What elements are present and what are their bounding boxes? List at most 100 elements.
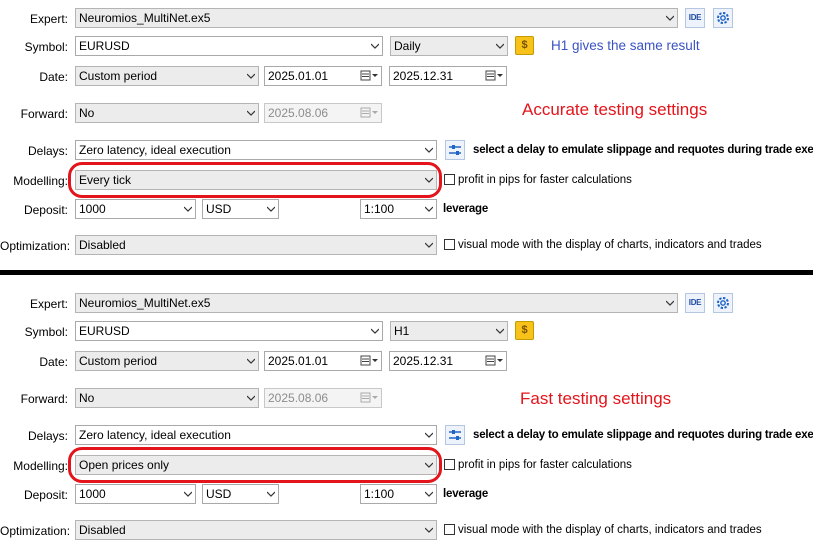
optimization-select[interactable]: Disabled (75, 235, 437, 255)
profit-pips-label: profit in pips for faster calculations (458, 174, 632, 186)
leverage-combobox[interactable]: 1:100 (360, 484, 437, 504)
leverage-combobox[interactable]: 1:100 (360, 199, 437, 219)
modelling-select[interactable]: Every tick (75, 170, 437, 190)
symbol-specification-button[interactable]: $ (515, 36, 534, 55)
forward-label: Forward: (20, 392, 68, 406)
leverage-label: leverage (443, 488, 489, 500)
date-from-picker[interactable]: 2025.01.01 (264, 351, 382, 371)
timeframe-note: H1 gives the same result (551, 38, 700, 53)
expert-select[interactable]: Neuromios_MultiNet.ex5 (75, 293, 678, 313)
calendar-icon (359, 391, 379, 405)
expert-label: Expert: (29, 297, 68, 311)
visual-mode-label: visual mode with the display of charts, … (458, 524, 762, 536)
date-label: Date: (39, 355, 68, 369)
profit-pips-checkbox[interactable] (444, 174, 455, 185)
expert-settings-button[interactable] (713, 8, 733, 28)
calendar-icon[interactable] (359, 354, 379, 368)
forward-select[interactable]: No (75, 388, 259, 408)
symbol-combobox[interactable]: EURUSD (75, 36, 383, 56)
date-from-picker[interactable]: 2025.01.01 (264, 66, 382, 86)
chevron-down-icon (425, 431, 433, 438)
delays-select[interactable]: Zero latency, ideal execution (75, 425, 437, 445)
deposit-combobox[interactable]: 1000 (75, 199, 196, 219)
delays-value: Zero latency, ideal execution (79, 143, 231, 157)
optimization-select[interactable]: Disabled (75, 520, 437, 540)
tester-settings-fast: Expert: Neuromios_MultiNet.ex5 IDE Symbo… (0, 285, 813, 555)
symbol-row: Symbol: EURUSD Daily $ H1 gives the same… (0, 36, 813, 58)
forward-value: No (79, 391, 95, 405)
expert-row: Expert: Neuromios_MultiNet.ex5 IDE (0, 8, 813, 30)
gear-icon (717, 297, 729, 309)
calendar-icon (359, 106, 379, 120)
calendar-icon[interactable] (484, 354, 504, 368)
symbol-row: Symbol: EURUSD H1 $ (0, 321, 813, 343)
delays-value: Zero latency, ideal execution (79, 428, 231, 442)
timeframe-value: Daily (394, 39, 421, 53)
currency-combobox[interactable]: USD (202, 484, 279, 504)
expert-settings-button[interactable] (713, 293, 733, 313)
optimization-label: Optimization: (0, 239, 71, 253)
chevron-down-icon (666, 299, 674, 306)
chevron-down-icon (371, 42, 379, 49)
deposit-value: 1000 (79, 202, 106, 216)
chevron-down-icon (267, 490, 275, 497)
currency-value: USD (206, 487, 232, 501)
chevron-down-icon (425, 205, 433, 212)
delay-settings-button[interactable] (445, 425, 465, 445)
deposit-label: Deposit: (23, 488, 68, 502)
deposit-label: Deposit: (23, 203, 68, 217)
delays-select[interactable]: Zero latency, ideal execution (75, 140, 437, 160)
chevron-down-icon (666, 14, 674, 21)
visual-mode-checkbox[interactable] (444, 239, 455, 250)
deposit-combobox[interactable]: 1000 (75, 484, 196, 504)
delay-settings-button[interactable] (445, 140, 465, 160)
expert-select[interactable]: Neuromios_MultiNet.ex5 (75, 8, 678, 28)
delays-label: Delays: (27, 429, 68, 443)
symbol-combobox[interactable]: EURUSD (75, 321, 383, 341)
deposit-row: Deposit: 1000 USD 1:100 leverage (0, 484, 813, 506)
tester-settings-accurate: Expert: Neuromios_MultiNet.ex5 IDE Symbo… (0, 0, 813, 270)
settings-note: Fast testing settings (520, 389, 672, 408)
date-to-value: 2025.12.31 (393, 69, 454, 83)
ide-button[interactable]: IDE (685, 293, 705, 313)
chevron-down-icon (496, 42, 504, 49)
calendar-icon[interactable] (484, 69, 504, 83)
symbol-specification-button[interactable]: $ (515, 321, 534, 340)
symbol-label: Symbol: (24, 40, 68, 54)
modelling-label: Modelling: (13, 459, 68, 473)
timeframe-select[interactable]: Daily (390, 36, 508, 56)
sliders-icon (449, 430, 461, 440)
chevron-down-icon (425, 461, 433, 468)
chevron-down-icon (425, 146, 433, 153)
deposit-row: Deposit: 1000 USD 1:100 leverage (0, 199, 813, 221)
chevron-down-icon (267, 205, 275, 212)
chevron-down-icon (247, 357, 255, 364)
calendar-icon[interactable] (359, 69, 379, 83)
leverage-value: 1:100 (364, 487, 395, 501)
optimization-value: Disabled (79, 523, 126, 537)
chevron-down-icon (247, 394, 255, 401)
date-mode-select[interactable]: Custom period (75, 351, 259, 371)
modelling-row: Modelling: Every tick profit in pips for… (0, 170, 813, 192)
modelling-select[interactable]: Open prices only (75, 455, 437, 475)
date-row: Date: Custom period 2025.01.01 2025.12.3… (0, 351, 813, 373)
ide-button[interactable]: IDE (685, 8, 705, 28)
date-from-value: 2025.01.01 (268, 69, 329, 83)
visual-mode-checkbox[interactable] (444, 524, 455, 535)
timeframe-select[interactable]: H1 (390, 321, 508, 341)
chevron-down-icon (496, 327, 504, 334)
forward-select[interactable]: No (75, 103, 259, 123)
expert-row: Expert: Neuromios_MultiNet.ex5 IDE (0, 293, 813, 315)
delay-hint: select a delay to emulate slippage and r… (473, 429, 813, 441)
leverage-label: leverage (443, 203, 489, 215)
chevron-down-icon (425, 490, 433, 497)
profit-pips-checkbox[interactable] (444, 459, 455, 470)
date-to-picker[interactable]: 2025.12.31 (389, 66, 507, 86)
date-to-picker[interactable]: 2025.12.31 (389, 351, 507, 371)
forward-date-value: 2025.08.06 (268, 106, 329, 120)
optimization-label: Optimization: (0, 524, 71, 538)
currency-combobox[interactable]: USD (202, 199, 279, 219)
chevron-down-icon (371, 327, 379, 334)
date-mode-select[interactable]: Custom period (75, 66, 259, 86)
chevron-down-icon (425, 176, 433, 183)
